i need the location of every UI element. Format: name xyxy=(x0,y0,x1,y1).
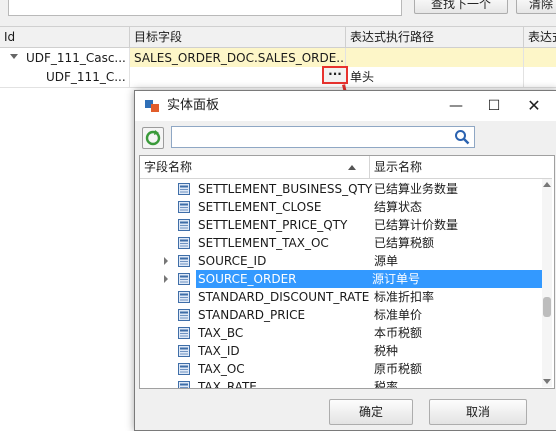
row-expression-path[interactable]: 单头 xyxy=(346,67,524,87)
list-item[interactable]: STANDARD_DISCOUNT_RATE 标准折扣率 xyxy=(140,288,542,306)
grid-header: Id 目标字段 表达式执行路径 表达式 xyxy=(0,27,556,48)
list-item[interactable]: TAX_RATE 税率 xyxy=(140,378,542,388)
list-item[interactable]: SETTLEMENT_TAX_OC 已结算税额 xyxy=(140,234,542,252)
field-display-name: 标准单价 xyxy=(374,308,423,322)
field-name: SOURCE_ID xyxy=(198,254,267,268)
vertical-scrollbar[interactable] xyxy=(542,179,552,387)
row-id: UDF_111_Casc... xyxy=(22,48,130,68)
table-row[interactable]: UDF_111_Casc... SALES_ORDER_DOC.SALES_OR… xyxy=(0,48,556,69)
clear-button[interactable]: 清除 xyxy=(516,0,556,14)
field-icon xyxy=(178,345,190,357)
row-expression-path[interactable] xyxy=(346,48,524,68)
field-name: SOURCE_ORDER xyxy=(196,270,370,288)
scroll-thumb[interactable] xyxy=(543,297,551,317)
row-target-field[interactable] xyxy=(130,67,346,87)
field-name: TAX_ID xyxy=(198,344,240,358)
list-item[interactable]: TAX_OC 原币税额 xyxy=(140,360,542,378)
field-display-name: 已结算业务数量 xyxy=(374,182,459,196)
top-toolbar: 查找下一个 清除 xyxy=(0,0,556,27)
field-display-name: 源订单号 xyxy=(370,270,542,288)
column-header-expression[interactable]: 表达式 xyxy=(524,27,556,47)
field-display-name: 原币税额 xyxy=(374,362,423,376)
cancel-button[interactable]: 取消 xyxy=(429,399,527,425)
field-display-name: 税种 xyxy=(374,344,399,358)
row-expression[interactable] xyxy=(524,48,556,68)
refresh-icon xyxy=(145,130,161,146)
field-list-header: 字段名称 显示名称 xyxy=(140,156,552,179)
maximize-icon[interactable]: ☐ xyxy=(475,91,513,121)
ok-button[interactable]: 确定 xyxy=(329,399,413,425)
list-item[interactable]: SOURCE_ID 源单 xyxy=(140,252,542,270)
field-icon xyxy=(178,291,190,303)
search-input[interactable] xyxy=(8,0,402,16)
field-icon xyxy=(178,309,190,321)
field-display-name: 本币税额 xyxy=(374,326,423,340)
column-header-field-name[interactable]: 字段名称 xyxy=(140,156,370,178)
field-icon xyxy=(178,219,190,231)
row-id: UDF_111_C... xyxy=(42,67,130,87)
field-icon xyxy=(178,237,190,249)
field-display-name: 税率 xyxy=(374,380,399,388)
sort-ascending-icon xyxy=(348,165,356,170)
field-name: SETTLEMENT_PRICE_QTY xyxy=(198,218,348,232)
entity-panel-dialog: 实体面板 — ☐ ✕ 字段名称 显示名称 SETTLEMENT_BUSINESS… xyxy=(134,90,556,431)
list-item[interactable]: SETTLEMENT_BUSINESS_QTY 已结算业务数量 xyxy=(140,180,542,198)
field-name: TAX_BC xyxy=(198,326,244,340)
row-target-field[interactable]: SALES_ORDER_DOC.SALES_ORDE... xyxy=(130,48,346,68)
field-list[interactable]: 字段名称 显示名称 SETTLEMENT_BUSINESS_QTY 已结算业务数量… xyxy=(139,155,555,389)
field-display-name: 标准折扣率 xyxy=(374,290,435,304)
scroll-up-icon[interactable] xyxy=(543,182,551,187)
dialog-toolbar xyxy=(135,121,556,155)
minimize-icon[interactable]: — xyxy=(437,91,475,121)
field-icon xyxy=(178,363,190,375)
entity-panel-icon xyxy=(145,100,159,112)
field-rows: SETTLEMENT_BUSINESS_QTY 已结算业务数量 SETTLEMENT… xyxy=(140,179,542,388)
field-name: STANDARD_PRICE xyxy=(198,308,306,322)
list-item[interactable]: STANDARD_PRICE 标准单价 xyxy=(140,306,542,324)
field-icon xyxy=(178,327,190,339)
column-header-target-field[interactable]: 目标字段 xyxy=(130,27,346,47)
field-display-name: 结算状态 xyxy=(374,200,423,214)
collapse-icon[interactable] xyxy=(10,54,18,59)
field-name: TAX_RATE xyxy=(198,380,257,388)
field-icon xyxy=(178,183,190,195)
field-name: SETTLEMENT_TAX_OC xyxy=(198,236,329,250)
search-icon[interactable] xyxy=(454,129,470,145)
column-header-expression-path[interactable]: 表达式执行路径 xyxy=(346,27,524,47)
field-display-name: 源单 xyxy=(374,254,399,268)
expand-triangle-icon[interactable] xyxy=(164,257,168,265)
field-name: SETTLEMENT_CLOSE xyxy=(198,200,322,214)
scroll-down-icon[interactable] xyxy=(543,379,551,384)
column-header-display-name[interactable]: 显示名称 xyxy=(370,156,542,178)
field-display-name: 已结算计价数量 xyxy=(374,218,459,232)
find-next-button[interactable]: 查找下一个 xyxy=(414,0,508,14)
list-item[interactable]: SOURCE_ORDER 源订单号 xyxy=(140,270,542,288)
dialog-titlebar[interactable]: 实体面板 — ☐ ✕ xyxy=(135,91,556,121)
column-header-id[interactable]: Id xyxy=(0,27,130,47)
field-name: SETTLEMENT_BUSINESS_QTY xyxy=(198,182,373,196)
field-icon xyxy=(178,201,190,213)
table-row[interactable]: UDF_111_C... 单头 xyxy=(0,67,556,88)
field-name: TAX_OC xyxy=(198,362,245,376)
field-name: STANDARD_DISCOUNT_RATE xyxy=(198,290,370,304)
dialog-title: 实体面板 xyxy=(167,98,220,113)
close-icon[interactable]: ✕ xyxy=(515,91,553,121)
field-display-name: 已结算税额 xyxy=(374,236,435,250)
refresh-button[interactable] xyxy=(142,127,164,149)
field-icon xyxy=(178,381,190,388)
list-item[interactable]: TAX_ID 税种 xyxy=(140,342,542,360)
list-item[interactable]: TAX_BC 本币税额 xyxy=(140,324,542,342)
ellipsis-button[interactable]: ··· xyxy=(322,66,348,84)
field-icon xyxy=(178,255,190,267)
list-item[interactable]: SETTLEMENT_PRICE_QTY 已结算计价数量 xyxy=(140,216,542,234)
expand-triangle-icon[interactable] xyxy=(164,275,168,283)
field-icon xyxy=(178,273,190,285)
list-item[interactable]: SETTLEMENT_CLOSE 结算状态 xyxy=(140,198,542,216)
field-search-input[interactable] xyxy=(171,126,475,148)
